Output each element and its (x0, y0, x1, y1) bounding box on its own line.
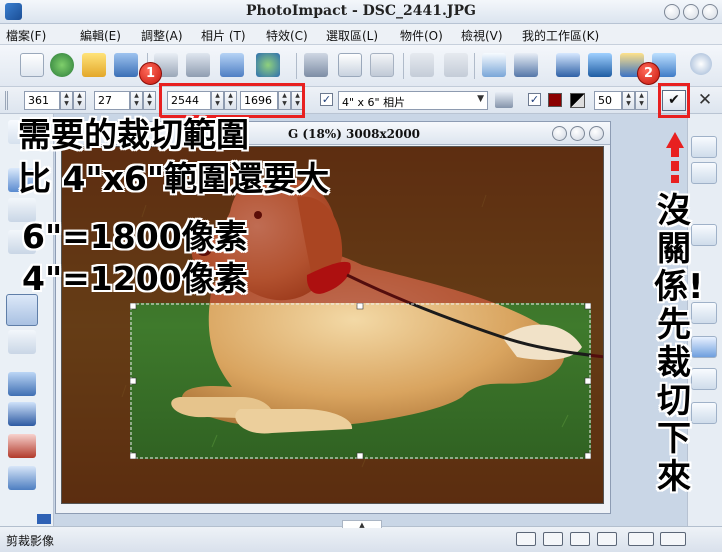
measure-icon[interactable] (628, 532, 654, 546)
monitor-icon[interactable] (588, 53, 612, 77)
menu-selection[interactable]: 選取區(L) (326, 27, 378, 44)
cancel-crop-button[interactable]: ✕ (695, 90, 715, 111)
camera-icon[interactable] (556, 53, 580, 77)
guideline-icon[interactable] (597, 532, 617, 546)
toolbar-grip[interactable] (5, 91, 13, 110)
x-position-spinner[interactable]: ▲ ▼ (60, 91, 73, 110)
maximize-button[interactable] (683, 4, 699, 20)
panel-tab-history[interactable] (691, 162, 717, 184)
panel-tab-play[interactable] (691, 336, 717, 358)
rotate-icon[interactable] (495, 92, 513, 108)
menu-workspace[interactable]: 我的工作區(K) (522, 27, 599, 44)
y-position-field[interactable]: 27 (94, 91, 130, 110)
status-text: 剪裁影像 (6, 534, 55, 548)
printer-icon[interactable] (186, 53, 210, 77)
redo-icon[interactable] (444, 53, 468, 77)
panel-toggle-icon[interactable]: ▲ (342, 520, 382, 529)
status-bar: 剪裁影像 ▲ (0, 520, 722, 552)
fixed-ratio-checkbox[interactable]: ✓ (320, 93, 333, 106)
y-position-stepper[interactable]: ▲ ▼ (143, 91, 156, 110)
shield-mode-icon[interactable] (570, 93, 585, 108)
step-1-badge: 1 (139, 62, 162, 85)
menu-effects[interactable]: 特效(C) (266, 27, 308, 44)
menu-object[interactable]: 物件(O) (400, 27, 443, 44)
document-title: G (18%) 3008x2000 (288, 127, 421, 141)
menu-bar: 檔案(F) 編輯(E) 調整(A) 相片 (T) 特效(C) 選取區(L) 物件… (0, 24, 722, 45)
toolbar-separator (474, 53, 475, 79)
menu-photo[interactable]: 相片 (T) (201, 27, 246, 44)
shield-transparency-field[interactable]: 50 (594, 91, 622, 110)
y-position-spinner[interactable]: ▲ ▼ (130, 91, 143, 110)
help-icon[interactable] (690, 53, 712, 75)
copy-icon[interactable] (338, 53, 362, 77)
paste-icon[interactable] (370, 53, 394, 77)
shield-color-swatch[interactable] (548, 93, 562, 107)
size-fields-highlight (159, 83, 305, 118)
panel-tab-info[interactable] (691, 402, 717, 424)
toolbar-separator (403, 53, 404, 79)
document-minimize-button[interactable] (552, 126, 567, 141)
app-title: PhotoImpact - DSC_2441.JPG (246, 3, 476, 19)
ruler-icon[interactable] (570, 532, 590, 546)
save-icon[interactable] (114, 53, 138, 77)
menu-view[interactable]: 檢視(V) (461, 27, 503, 44)
annotation-line-3: 6"=1800像素 (22, 217, 248, 256)
stamp-tool-icon[interactable] (8, 434, 36, 458)
web-icon[interactable] (256, 53, 280, 77)
apply-button-highlight (658, 83, 690, 118)
annotation-line-4: 4"=1200像素 (22, 259, 248, 298)
menu-file[interactable]: 檔案(F) (6, 27, 46, 44)
scanner-icon[interactable] (514, 53, 538, 77)
grid-view-icon[interactable] (543, 532, 563, 546)
panel-tab-easy-palette[interactable] (691, 224, 717, 246)
chevron-down-icon: ▼ (477, 94, 484, 104)
open-folder-icon[interactable] (82, 53, 106, 77)
grid-icon[interactable] (220, 53, 244, 77)
view-mode-icon[interactable] (516, 532, 536, 546)
shield-checkbox[interactable]: ✓ (528, 93, 541, 106)
shield-transparency-stepper[interactable]: ▲ ▼ (635, 91, 648, 110)
document-close-button[interactable] (589, 126, 604, 141)
up-arrow-icon (666, 132, 684, 148)
step-2-badge: 2 (637, 62, 660, 85)
annotation-line-1: 需要的裁切範圍 (18, 115, 249, 154)
preset-size-select[interactable]: 4" x 6" 相片 ▼ (338, 91, 488, 110)
close-button[interactable] (702, 4, 718, 20)
undo-icon[interactable] (410, 53, 434, 77)
standard-toolbar (0, 45, 722, 87)
crop-attribute-toolbar: 361 ▲ ▼ ▲ ▼ 27 ▲ ▼ ▲ ▼ 2544 ▲ ▼ ▲ ▼ 1696 ▲ ▼ ▲ ▼… (0, 87, 722, 114)
toolbar-separator (296, 53, 297, 79)
minimize-button[interactable] (664, 4, 680, 20)
path-tool-icon[interactable] (8, 372, 36, 396)
zoom-icon[interactable] (660, 532, 686, 546)
shield-transparency-spinner[interactable]: ▲ ▼ (622, 91, 635, 110)
title-bar: PhotoImpact - DSC_2441.JPG (0, 0, 722, 24)
cut-icon[interactable] (304, 53, 328, 77)
arrow-stem (671, 147, 679, 183)
transform-tool-icon[interactable] (8, 330, 36, 354)
x-position-field[interactable]: 361 (24, 91, 60, 110)
retouch-tool-icon[interactable] (8, 466, 36, 490)
menu-edit[interactable]: 編輯(E) (80, 27, 121, 44)
crop-tool-icon[interactable] (6, 294, 38, 326)
document-maximize-button[interactable] (570, 126, 585, 141)
panel-tab-layers[interactable] (691, 136, 717, 158)
panel-expand-icon[interactable] (37, 514, 51, 524)
document-icon[interactable] (482, 53, 506, 77)
annotation-line-2: 比 4"x6"範圍還要大 (18, 159, 330, 198)
preset-size-value: 4" x 6" 相片 (342, 96, 406, 109)
new-file-icon[interactable] (20, 53, 44, 77)
globe-icon[interactable] (50, 53, 74, 77)
menu-adjust[interactable]: 調整(A) (141, 27, 183, 44)
image-canvas[interactable] (61, 146, 604, 504)
paint-tool-icon[interactable] (8, 402, 36, 426)
crop-selection-box[interactable] (130, 303, 591, 459)
annotation-vertical-note: 沒關係!先裁切下來 (654, 191, 704, 497)
x-position-stepper[interactable]: ▲ ▼ (73, 91, 86, 110)
panel-tab-object[interactable] (691, 368, 717, 390)
